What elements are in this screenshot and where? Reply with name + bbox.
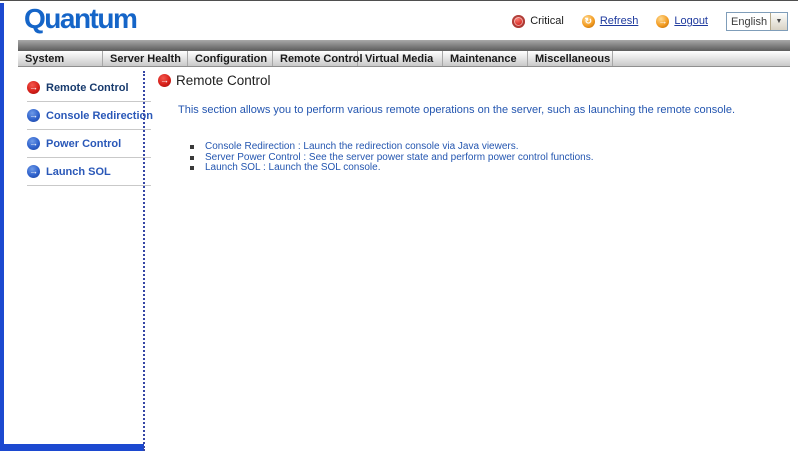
arrow-circle-icon: → — [27, 109, 40, 122]
sidebar-item-launch-sol[interactable]: → Launch SOL — [18, 158, 144, 185]
nav-tab-miscellaneous[interactable]: Miscellaneous — [528, 51, 613, 66]
logout-link[interactable]: Logout — [674, 15, 708, 27]
section-description: This section allows you to perform vario… — [178, 104, 736, 116]
page-title-row: → Remote Control — [158, 73, 768, 88]
sidebar: → Remote Control → Console Redirection →… — [18, 67, 153, 186]
arrow-circle-icon: → — [27, 165, 40, 178]
sidebar-item-label: Power Control — [46, 137, 122, 150]
list-item: Launch SOL : Launch the SOL console. — [190, 162, 768, 174]
list-item: Console Redirection : Launch the redirec… — [190, 141, 768, 153]
nav-tab-system[interactable]: System — [18, 51, 103, 66]
sidebar-item-label: Console Redirection — [46, 109, 153, 122]
bottom-accent-bar — [0, 444, 144, 451]
sidebar-content-divider — [143, 71, 145, 451]
refresh-icon[interactable]: ↻ — [581, 14, 595, 28]
nav-tab-server-health[interactable]: Server Health — [103, 51, 188, 66]
quantum-logo: Quantum — [24, 3, 138, 34]
language-selected-value: English — [731, 15, 768, 28]
sidebar-divider — [27, 185, 151, 186]
sidebar-item-console-redirection[interactable]: → Console Redirection — [18, 102, 153, 129]
language-select[interactable]: English ▼ — [726, 11, 788, 31]
sidebar-item-label: Launch SOL — [46, 165, 111, 178]
sidebar-item-remote-control[interactable]: → Remote Control — [18, 74, 144, 101]
arrow-circle-icon: → — [27, 137, 40, 150]
arrow-circle-icon: → — [158, 74, 171, 87]
feature-list: Console Redirection : Launch the redirec… — [190, 141, 768, 174]
left-accent-bar — [0, 3, 4, 451]
sidebar-item-label: Remote Control — [46, 81, 129, 94]
nav-tab-remote-control[interactable]: Remote Control — [273, 51, 363, 66]
header-toolbar: Critical ↻ Refresh → Logout English ▼ — [512, 11, 788, 31]
page-title: Remote Control — [176, 73, 271, 88]
nav-tab-virtual-media[interactable]: Virtual Media — [358, 51, 443, 66]
nav-top-strip — [18, 40, 790, 51]
main-menu-bar: System Server Health Configuration Remot… — [18, 51, 790, 67]
critical-status-label: Critical — [530, 15, 564, 27]
nav-tab-maintenance[interactable]: Maintenance — [443, 51, 528, 66]
main-content: → Remote Control This section allows you… — [158, 73, 768, 174]
nav-filler — [613, 51, 790, 66]
logout-icon[interactable]: → — [656, 14, 670, 28]
arrow-circle-icon: → — [27, 81, 40, 94]
critical-status-icon — [512, 14, 526, 28]
refresh-link[interactable]: Refresh — [600, 15, 639, 27]
sidebar-item-power-control[interactable]: → Power Control — [18, 130, 144, 157]
chevron-down-icon[interactable]: ▼ — [770, 12, 787, 30]
nav-tab-configuration[interactable]: Configuration — [188, 51, 273, 66]
